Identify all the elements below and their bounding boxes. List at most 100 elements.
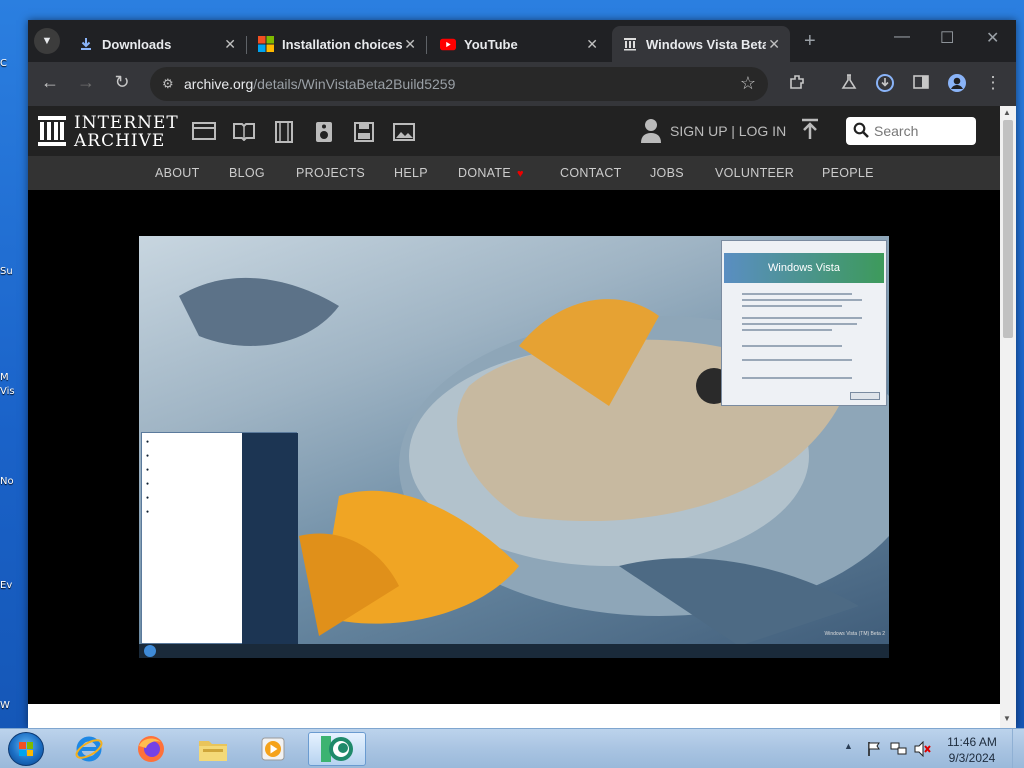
nav-blog[interactable]: BLOG <box>229 166 265 180</box>
close-window-button[interactable]: ✕ <box>986 28 999 48</box>
images-icon[interactable] <box>392 121 416 143</box>
search-placeholder: Search <box>874 123 919 139</box>
action-center-flag-icon[interactable] <box>866 741 882 760</box>
vista-text-line <box>742 329 832 331</box>
taskbar-active-app-button[interactable] <box>308 732 366 766</box>
browser-window: ▼ Downloads ✕ Installation choices ✕ You… <box>28 20 1016 728</box>
heart-icon: ♥ <box>516 168 524 180</box>
downloads-progress-icon[interactable] <box>874 73 896 98</box>
archive-logo-icon[interactable] <box>38 116 66 146</box>
close-icon[interactable]: ✕ <box>404 36 416 53</box>
maximize-button[interactable]: ☐ <box>940 28 954 48</box>
vista-menu-item: ● <box>146 495 150 501</box>
volume-muted-icon[interactable] <box>914 740 932 760</box>
scroll-down-arrow-icon[interactable]: ▼ <box>1003 714 1011 723</box>
nav-about[interactable]: ABOUT <box>155 166 200 180</box>
tab-label: Installation choices <box>282 36 402 52</box>
software-floppy-icon[interactable] <box>352 121 376 143</box>
tab-divider <box>426 36 427 54</box>
profile-avatar-icon[interactable] <box>946 73 968 98</box>
start-button[interactable] <box>8 732 44 766</box>
ia-search-box[interactable]: Search <box>846 117 976 145</box>
upload-icon[interactable] <box>800 118 820 145</box>
wordmark-line: INTERNET <box>74 113 179 133</box>
tray-expand-icon[interactable]: ▲ <box>844 741 853 751</box>
taskbar-firefox-button[interactable] <box>126 732 176 766</box>
tab-windows-vista-beta[interactable]: Windows Vista Beta ✕ <box>612 26 790 62</box>
archive-icon <box>622 36 638 52</box>
chevron-down-icon: ▼ <box>41 35 53 47</box>
taskbar-ie-button[interactable] <box>64 732 114 766</box>
sign-up-login-link[interactable]: SIGN UP | LOG IN <box>640 118 786 144</box>
vista-ok-button <box>850 392 880 400</box>
tab-installation-choices[interactable]: Installation choices ✕ <box>248 26 426 62</box>
video-media-icon[interactable] <box>192 121 216 143</box>
network-icon[interactable] <box>890 741 908 760</box>
film-icon[interactable] <box>272 121 296 143</box>
minimize-button[interactable]: — <box>894 28 910 46</box>
page-scrollbar[interactable]: ▲ ▼ <box>1000 106 1016 728</box>
new-tab-button[interactable]: + <box>804 30 816 53</box>
texts-book-icon[interactable] <box>232 121 256 143</box>
tab-label: Downloads <box>102 36 172 52</box>
system-clock[interactable]: 11:46 AM 9/3/2024 <box>940 734 1004 766</box>
tab-downloads[interactable]: Downloads ✕ <box>68 26 246 62</box>
ie-icon <box>75 736 103 762</box>
vista-text-line <box>742 293 852 295</box>
microsoft-logo-icon <box>258 36 274 52</box>
nav-jobs[interactable]: JOBS <box>650 166 684 180</box>
nav-help[interactable]: HELP <box>394 166 428 180</box>
site-info-icon[interactable]: ⚙ <box>162 76 174 92</box>
show-desktop-button[interactable] <box>1012 729 1024 768</box>
vista-menu-item: ● <box>146 439 150 445</box>
vista-about-title: Windows Vista <box>768 262 840 274</box>
ia-wordmark[interactable]: INTERNET ARCHIVE <box>74 114 179 150</box>
tab-youtube[interactable]: YouTube ✕ <box>430 26 608 62</box>
scroll-up-arrow-icon[interactable]: ▲ <box>1003 108 1011 117</box>
address-bar[interactable]: ⚙ archive.org/details/WinVistaBeta2Build… <box>150 67 768 101</box>
close-icon[interactable]: ✕ <box>224 36 236 53</box>
close-icon[interactable]: ✕ <box>586 36 598 53</box>
back-arrow-icon[interactable]: ← <box>38 72 62 93</box>
ia-nav-bar: ABOUT BLOG PROJECTS HELP DONATE ♥ CONTACT… <box>28 156 1000 190</box>
tab-search-button[interactable]: ▼ <box>34 28 60 54</box>
windows-flag-icon <box>19 742 33 756</box>
desktop-icon-label[interactable]: Vis <box>0 386 24 397</box>
nav-volunteer[interactable]: VOLUNTEER <box>715 166 794 180</box>
extensions-icon[interactable] <box>786 73 808 96</box>
vista-text-line <box>742 359 852 361</box>
wordmark-line: ARCHIVE <box>74 131 166 151</box>
nav-donate[interactable]: DONATE ♥ <box>458 166 524 180</box>
forward-arrow-icon[interactable]: → <box>74 72 98 93</box>
labs-flask-icon[interactable] <box>838 73 860 96</box>
vista-about-dialog: Windows Vista <box>721 240 887 406</box>
download-icon <box>78 36 94 52</box>
user-icon <box>641 119 661 143</box>
desktop-icon-label[interactable]: M <box>0 372 24 383</box>
nav-projects[interactable]: PROJECTS <box>296 166 365 180</box>
desktop-icon-label[interactable]: No <box>0 476 24 487</box>
nav-contact[interactable]: CONTACT <box>560 166 622 180</box>
vista-text-line <box>742 317 862 319</box>
desktop-icon-label[interactable]: C <box>0 58 24 69</box>
audio-speaker-icon[interactable] <box>312 121 336 143</box>
desktop-icon-label[interactable]: Ev <box>0 580 24 591</box>
vista-text-line <box>742 299 862 301</box>
close-icon[interactable]: ✕ <box>768 36 780 53</box>
youtube-icon <box>440 36 456 52</box>
nav-people[interactable]: PEOPLE <box>822 166 874 180</box>
desktop-icon-label[interactable]: Su <box>0 266 24 277</box>
side-panel-icon[interactable] <box>910 73 932 96</box>
scroll-thumb[interactable] <box>1003 120 1013 338</box>
reload-icon[interactable]: ↻ <box>110 72 134 93</box>
desktop-icon-label[interactable]: W <box>0 700 24 711</box>
browser-toolbar: ← → ↻ ⚙ archive.org/details/WinVistaBeta… <box>28 62 1016 106</box>
vista-menu-item: ● <box>146 481 150 487</box>
vista-screenshot-image[interactable]: ● ● ● ● ● ● Windows Vista Windows Vista … <box>139 236 889 658</box>
tab-label: YouTube <box>464 36 518 52</box>
taskbar-media-player-button[interactable] <box>248 732 298 766</box>
nav-donate-label: DONATE <box>458 166 511 180</box>
bookmark-star-icon[interactable]: ☆ <box>740 73 756 94</box>
taskbar-explorer-button[interactable] <box>188 732 238 766</box>
more-menu-icon[interactable]: ⋮ <box>982 73 1004 93</box>
